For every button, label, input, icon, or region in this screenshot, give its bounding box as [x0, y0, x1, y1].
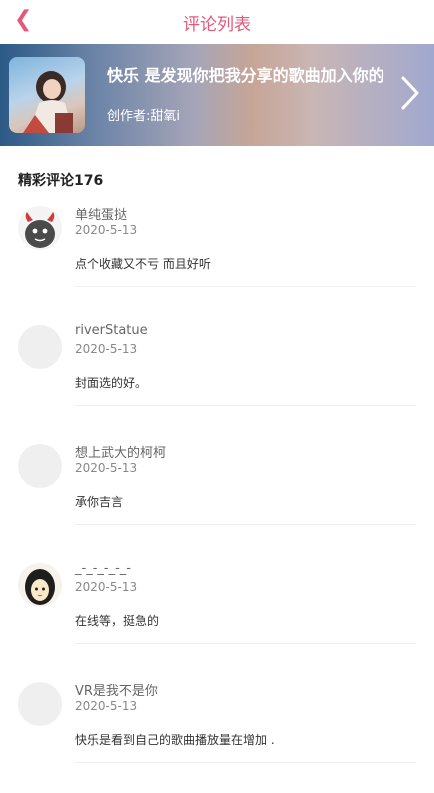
comment-list: 单纯蛋挞 2020-5-13 点个收藏又不亏 而且好听 riverStatue …	[0, 198, 434, 793]
divider	[75, 762, 416, 763]
comment-author[interactable]: 想上武大的柯柯	[75, 442, 166, 461]
comment-text: 承你吉言	[75, 495, 124, 509]
cover-girl-illustration	[23, 71, 73, 133]
section-title: 精彩评论176	[18, 173, 104, 189]
divider	[75, 524, 416, 525]
comment-text: 点个收藏又不亏 而且好听	[75, 257, 211, 271]
monster-avatar-icon	[18, 206, 62, 250]
comment-item: VR是我不是你 2020-5-13 快乐是看到自己的歌曲播放量在增加 .	[0, 674, 434, 793]
comment-item: _-_-_-_-_- 2020-5-13 在线等，挺急的	[0, 555, 434, 674]
playlist-cover-image[interactable]	[9, 57, 85, 133]
comment-date: 2020-5-13	[75, 580, 138, 594]
cartoon-girl-avatar-icon	[18, 563, 62, 607]
divider	[75, 643, 416, 644]
comment-item: 单纯蛋挞 2020-5-13 点个收藏又不亏 而且好听	[0, 198, 434, 317]
avatar[interactable]	[18, 325, 62, 369]
avatar[interactable]	[18, 682, 62, 726]
page-title: 评论列表	[183, 15, 251, 35]
comment-text: 快乐是看到自己的歌曲播放量在增加 .	[75, 733, 275, 747]
avatar[interactable]	[18, 444, 62, 488]
comment-author[interactable]: 单纯蛋挞	[75, 204, 127, 223]
divider	[75, 286, 416, 287]
playlist-creator[interactable]: 创作者:甜氧i	[107, 105, 180, 124]
avatar[interactable]	[18, 563, 62, 607]
comment-item: riverStatue 2020-5-13 封面选的好。	[0, 317, 434, 436]
playlist-name: 快乐 是发现你把我分享的歌曲加入你的歌单	[107, 66, 383, 85]
comment-date: 2020-5-13	[75, 342, 138, 356]
comment-text: 在线等，挺急的	[75, 614, 160, 628]
avatar[interactable]	[18, 206, 62, 250]
comment-date: 2020-5-13	[75, 461, 138, 475]
comment-author[interactable]: riverStatue	[75, 323, 148, 338]
comment-text: 封面选的好。	[75, 376, 148, 390]
divider	[75, 405, 416, 406]
comment-item: 想上武大的柯柯 2020-5-13 承你吉言	[0, 436, 434, 555]
comment-date: 2020-5-13	[75, 223, 138, 237]
comment-author[interactable]: _-_-_-_-_-	[75, 561, 131, 576]
chevron-right-icon[interactable]	[400, 76, 420, 110]
playlist-banner[interactable]: 快乐 是发现你把我分享的歌曲加入你的歌单 创作者:甜氧i	[0, 44, 434, 146]
top-nav-bar: ❮ 评论列表	[0, 0, 434, 44]
comment-author[interactable]: VR是我不是你	[75, 680, 158, 699]
comment-date: 2020-5-13	[75, 699, 138, 713]
